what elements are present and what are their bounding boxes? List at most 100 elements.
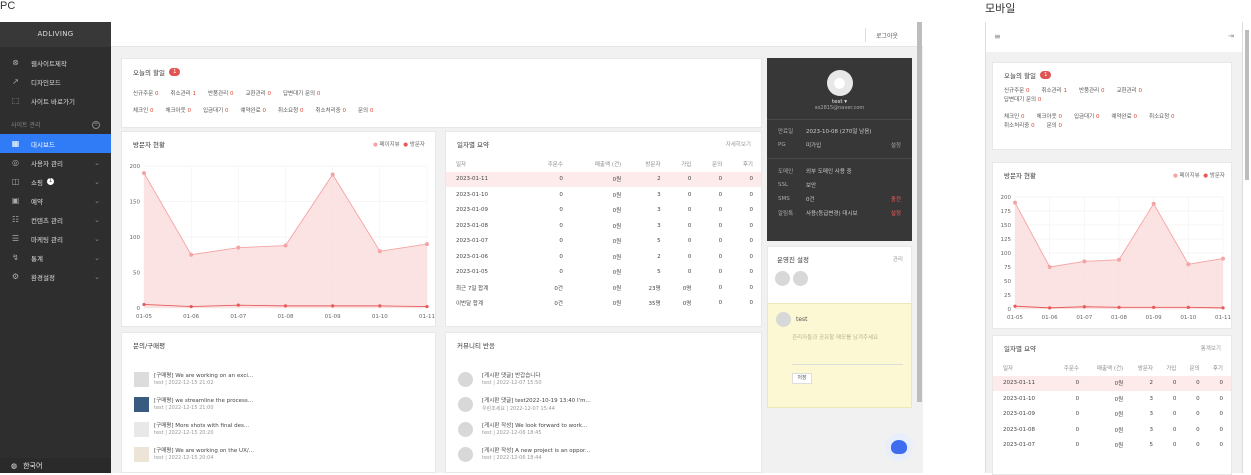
sidebar-item-marketing[interactable]: ☰ 마케팅 관리 ⌄ bbox=[0, 229, 111, 248]
alimtalk-setting-link[interactable]: 설정 bbox=[891, 209, 901, 217]
brand-logo[interactable]: ADLIVING bbox=[0, 22, 111, 47]
mobile-daily-header: 일자별 요약 통계보기 bbox=[993, 336, 1231, 360]
sidebar-item-label: 대시보드 bbox=[31, 140, 55, 149]
list-item[interactable]: [게시판 작성] A new project is an oppor... tes… bbox=[446, 442, 761, 467]
list-item[interactable]: [게시판 댓글] 반갑습니다 test | 2022-12-07 15:50 bbox=[446, 367, 761, 392]
staff-avatar[interactable] bbox=[775, 271, 790, 286]
avatar bbox=[458, 397, 473, 412]
table-row[interactable]: 2023-01-10 0 0원 3 0 0 0 bbox=[993, 391, 1231, 407]
list-item-title: [게시판 작성] A new project is an oppor... bbox=[482, 448, 591, 454]
table-row[interactable]: 2023-01-07 0 0원 5 0 0 0 bbox=[993, 438, 1231, 454]
memo-save-button[interactable]: 저장 bbox=[792, 373, 812, 384]
table-row[interactable]: 2023-01-11 0 0원 2 0 0 0 bbox=[446, 171, 761, 187]
chat-button[interactable] bbox=[885, 433, 913, 461]
sidebar-item-users[interactable]: ◎ 사용자 관리 ⌄ bbox=[0, 153, 111, 172]
sidebar-item-settings[interactable]: ⚙ 환경설정 ⌄ bbox=[0, 267, 111, 286]
data-point bbox=[283, 304, 288, 308]
y-tick-label: 150 bbox=[1001, 223, 1012, 229]
data-point bbox=[330, 172, 335, 177]
sidebar-item-shopping[interactable]: ◫ 쇼핑 1 ⌄ bbox=[0, 172, 111, 191]
today-stat[interactable]: 취소관리 1 bbox=[171, 89, 197, 97]
mobile-visitor-chart: 0 25 50 75 100 125 150 175 200 01-05 01-06 01-07 01-… bbox=[1001, 195, 1231, 321]
y-tick-label: 0 bbox=[1008, 307, 1012, 313]
today-stat[interactable]: 답변대기 문의 0 bbox=[283, 89, 320, 97]
sidebar-item-dashboard[interactable]: ▦ 대시보드 bbox=[0, 134, 111, 153]
y-tick-label: 25 bbox=[1004, 293, 1011, 299]
table-row[interactable]: 2023-01-06 0 0원 2 0 0 0 bbox=[446, 249, 761, 265]
topbar-divider bbox=[865, 28, 866, 42]
globe-icon: ◍ bbox=[11, 461, 18, 470]
data-point bbox=[1221, 256, 1225, 261]
list-item[interactable]: [구매평] We are working on the UX/... test |… bbox=[122, 442, 435, 467]
sidebar-item-label: 예약 bbox=[31, 197, 43, 206]
today-stat[interactable]: 문의 0 bbox=[358, 106, 373, 114]
today-stat[interactable]: 입금대기 0 bbox=[203, 106, 229, 114]
today-stat[interactable]: 반품관리 0 bbox=[208, 89, 234, 97]
mobile-today-card: 오늘의 할일 1 신규주문 0 취소관리 1 반품관리 0 교환관리 0 답변대기… bbox=[992, 62, 1232, 150]
staff-avatar[interactable] bbox=[793, 271, 808, 286]
sidebar-link-site[interactable]: ⬚ 사이트 바로가기 bbox=[0, 91, 111, 110]
chevron-down-icon: ⌄ bbox=[94, 272, 100, 281]
today-stat[interactable]: 취소요청 0 bbox=[278, 106, 304, 114]
table-row[interactable]: 2023-01-09 0 0원 3 0 0 0 bbox=[446, 203, 761, 219]
table-row[interactable]: 2023-01-08 0 0원 3 0 0 0 bbox=[446, 218, 761, 234]
list-item-meta: test | 2022-12-15 20:20 bbox=[154, 430, 214, 436]
data-point bbox=[1186, 262, 1191, 267]
list-item[interactable]: [구매평] We are working on an exci... test |… bbox=[122, 367, 435, 392]
sms-charge-link[interactable]: 충전 bbox=[891, 195, 901, 203]
logout-button[interactable]: 로그아웃 bbox=[876, 31, 898, 40]
mobile-scrollbar[interactable] bbox=[1245, 30, 1249, 180]
list-item[interactable]: [구매평] we streamline the process... test |… bbox=[122, 392, 435, 417]
list-item[interactable]: [게시판 작성] We look forward to work... test … bbox=[446, 417, 761, 442]
community-card: 커뮤니티 반응 [게시판 댓글] 반갑습니다 test | 2022-12-07 … bbox=[445, 332, 762, 473]
visitor-title: 방문자 현황 bbox=[1004, 172, 1036, 180]
table-row[interactable]: 2023-01-05 0 0원 5 0 0 0 bbox=[446, 265, 761, 281]
language-selector[interactable]: ◍ 한국어 bbox=[0, 458, 111, 473]
x-tick-label: 01-11 bbox=[1215, 315, 1231, 321]
menu-icon[interactable]: ≡ bbox=[994, 32, 1001, 41]
sidebar-link-builder[interactable]: ⊗ 웹사이트제작 bbox=[0, 53, 111, 72]
list-item-title: [게시판 댓글] test2022-10-19 13:40 I'm... bbox=[482, 397, 591, 404]
today-stat[interactable]: 취소처리중 0 bbox=[315, 106, 346, 114]
sidebar-item-contents[interactable]: ☷ 컨텐츠 관리 ⌄ bbox=[0, 210, 111, 229]
chart-legend: ● 페이지뷰 ● 방문자 bbox=[372, 142, 425, 148]
table-row[interactable]: 2023-01-11 0 0원 2 0 0 0 bbox=[993, 375, 1231, 391]
list-item[interactable]: [게시판 댓글] test2022-10-19 13:40 I'm... 우린조세… bbox=[446, 392, 761, 417]
pg-setting-link[interactable]: 설정 bbox=[891, 141, 901, 149]
stats-icon: ↯ bbox=[12, 253, 19, 262]
legend-pageview: 페이지뷰 bbox=[379, 142, 400, 148]
data-point bbox=[283, 243, 288, 248]
mobile-stats-link[interactable]: 통계보기 bbox=[1201, 344, 1221, 352]
profile-avatar[interactable]: ● bbox=[826, 70, 853, 96]
chevron-down-icon: ⌄ bbox=[94, 215, 100, 224]
account-panel: ● test ▾ so2815@naver.com 만료일 2023-10-08 … bbox=[767, 58, 912, 241]
sidebar-item-stats[interactable]: ↯ 통계 ⌄ bbox=[0, 248, 111, 267]
table-row[interactable]: 2023-01-08 0 0원 3 0 0 0 bbox=[993, 422, 1231, 438]
today-stat[interactable]: 예약완료 0 bbox=[240, 106, 266, 114]
list-item[interactable]: [구매평] More shots with final des... test |… bbox=[122, 417, 435, 442]
staff-manage-link[interactable]: 관리 bbox=[893, 255, 903, 263]
today-stat[interactable]: 교환관리 0 bbox=[246, 89, 272, 97]
daily-header: 일자별 요약 자세히보기 bbox=[446, 132, 761, 156]
today-card: 오늘의 할일 1 신규주문 0 취소관리 1 반품관리 0 교환관리 0 답변대기… bbox=[121, 58, 762, 128]
today-stat[interactable]: 신규주문 0 bbox=[133, 89, 159, 97]
sidebar-link-design[interactable]: ↗ 디자인모드 bbox=[0, 72, 111, 91]
table-row[interactable]: 2023-01-10 0 0원 3 0 0 0 bbox=[446, 187, 761, 203]
data-point bbox=[142, 171, 146, 176]
pc-scrollbar[interactable] bbox=[917, 22, 922, 402]
y-tick-label: 175 bbox=[1001, 209, 1012, 215]
table-row[interactable]: 2023-01-07 0 0원 5 0 0 0 bbox=[446, 234, 761, 250]
plus-icon[interactable]: + bbox=[92, 120, 100, 129]
table-row[interactable]: 2023-01-09 0 0원 3 0 0 0 bbox=[993, 407, 1231, 423]
mobile-daily-table: 일자 주문수 매출액 (건) 방문자 가입 문의 후기 2023-01-11 0 0원 2 0 0 0 … bbox=[993, 360, 1231, 453]
memo-input[interactable]: 관리자들과 공유할 메모를 남겨주세요 bbox=[792, 333, 903, 365]
daily-title: 일자별 요약 bbox=[1004, 345, 1036, 353]
logout-icon[interactable]: ⇥ bbox=[1228, 32, 1234, 40]
today-stat[interactable]: 체크인 0 bbox=[133, 106, 153, 114]
info-row: 알림톡 사용(등급변경) 대시보 설정 bbox=[778, 209, 901, 217]
product-thumbnail bbox=[134, 397, 149, 412]
daily-more-link[interactable]: 자세히보기 bbox=[726, 140, 751, 148]
today-stat[interactable]: 체크아웃 0 bbox=[165, 106, 191, 114]
staff-title: 운영진 설정 bbox=[777, 256, 809, 264]
sidebar-item-booking[interactable]: ▣ 예약 ⌄ bbox=[0, 191, 111, 210]
